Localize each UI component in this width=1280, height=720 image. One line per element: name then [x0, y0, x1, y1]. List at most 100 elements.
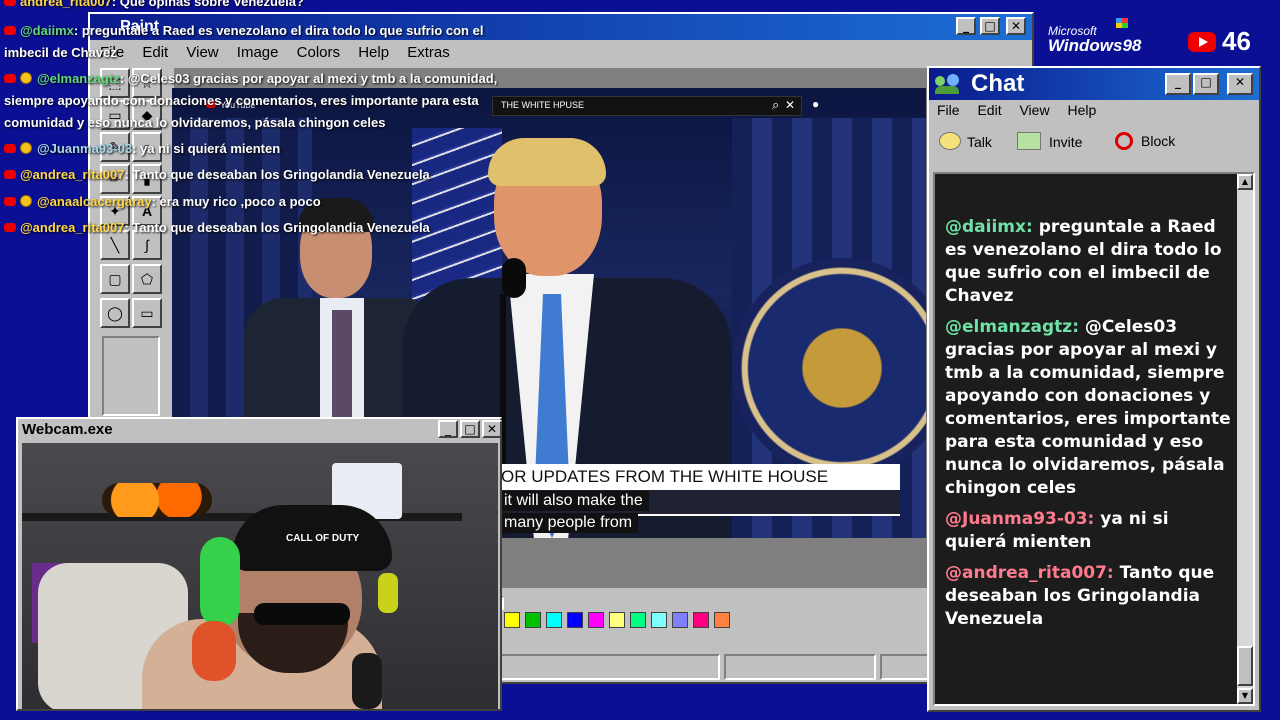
close-button[interactable]: ✕ — [1227, 73, 1253, 95]
menu-file[interactable]: File — [937, 102, 960, 118]
ellipse-tool[interactable]: ◯ — [100, 298, 130, 328]
windows-flag-icon — [1116, 18, 1128, 28]
chat-menubar: File Edit View Help — [937, 102, 1110, 118]
youtube-icon — [4, 223, 16, 232]
block-button[interactable]: Block — [1115, 132, 1175, 150]
overlay-text: : @Celes03 gracias por apoyar al mexi y … — [119, 71, 498, 86]
color-swatch[interactable] — [588, 612, 604, 628]
overlay-line: @andrea_rita007: Tanto que deseaban los … — [4, 220, 430, 235]
paint-menubar: File Edit View Image Colors Help Extras — [100, 44, 464, 61]
talk-button[interactable]: Talk — [939, 132, 992, 150]
color-swatch[interactable] — [609, 612, 625, 628]
chat-title: Chat — [971, 70, 1025, 97]
caption-2-text: many people from — [504, 514, 633, 531]
overlay-line: andrea_rita007: Que opinas sobre Venezue… — [4, 0, 304, 9]
scroll-down-arrow-icon[interactable]: ▼ — [1237, 688, 1253, 704]
menu-edit[interactable]: Edit — [977, 102, 1001, 118]
overlay-user: @andrea_rita007 — [20, 167, 125, 182]
chat-message: @Juanma93-03: ya ni si quierá mienten — [945, 508, 1231, 554]
overlay-text: : Que opinas sobre Venezuela? — [111, 0, 304, 9]
member-badge-icon — [20, 142, 32, 154]
talk-icon — [939, 132, 961, 150]
banner-text: OR UPDATES FROM THE WHITE HOUSE — [501, 467, 829, 486]
menu-help[interactable]: Help — [358, 44, 389, 61]
chat-people-icon — [935, 74, 961, 94]
close-button[interactable]: ✕ — [482, 420, 502, 438]
overlay-user: @anaalcacergaray — [37, 194, 152, 209]
youtube-icon — [4, 197, 16, 206]
clear-search-icon[interactable]: ✕ — [785, 98, 795, 112]
color-swatch[interactable] — [567, 612, 583, 628]
overlay-line: imbecil de Chavez — [4, 45, 117, 60]
maximize-button[interactable]: □ — [1193, 73, 1219, 95]
shelf-flowers — [102, 483, 212, 517]
minimize-button[interactable]: _ — [438, 420, 458, 438]
overlay-line: @elmanzagtz: @Celes03 gracias por apoyar… — [4, 71, 497, 86]
overlay-text: : Tanto que deseaban los Gringolandia Ve… — [124, 167, 430, 182]
color-swatch[interactable] — [651, 612, 667, 628]
webcam-window: Webcam.exe _ □ ✕ CALL OF DUTY — [16, 417, 502, 711]
color-swatch[interactable] — [504, 612, 520, 628]
menu-image[interactable]: Image — [237, 44, 279, 61]
overlay-text: comunidad y eso nunca lo olvidaremos, pá… — [4, 115, 386, 130]
tool-options-box[interactable] — [102, 336, 160, 416]
polygon-tool[interactable]: ⬠ — [132, 264, 162, 294]
invite-label: Invite — [1049, 134, 1083, 150]
chat-window: Chat _ □ ✕ File Edit View Help Talk Invi… — [927, 66, 1261, 712]
menu-help[interactable]: Help — [1067, 102, 1096, 118]
viewer-count-value: 46 — [1222, 26, 1251, 56]
color-swatch[interactable] — [546, 612, 562, 628]
status-pane-1 — [498, 654, 720, 680]
menu-colors[interactable]: Colors — [297, 44, 340, 61]
chat-messages-pane[interactable]: @daiimx: preguntale a Raed es venezolano… — [933, 172, 1255, 706]
color-swatch[interactable] — [672, 612, 688, 628]
close-button[interactable]: ✕ — [1006, 17, 1026, 35]
color-swatch[interactable] — [525, 612, 541, 628]
overlay-line: @daiimx: preguntale a Raed es venezolano… — [4, 23, 483, 38]
caption-line-1: it will also make the — [498, 491, 649, 511]
chat-username: @andrea_rita007: — [945, 563, 1114, 583]
search-text: THE WHITE HPUSE — [501, 100, 585, 110]
maximize-button[interactable]: □ — [980, 17, 1000, 35]
chat-message-text: @Celes03 gracias por apoyar al mexi y tm… — [945, 317, 1231, 498]
menu-edit[interactable]: Edit — [142, 44, 168, 61]
scroll-up-arrow-icon[interactable]: ▲ — [1237, 174, 1253, 190]
orange-hair — [192, 621, 236, 681]
viewer-count: 46 — [1188, 26, 1251, 57]
search-icon[interactable]: ⌕ — [772, 97, 779, 113]
search-input[interactable]: THE WHITE HPUSE ✕ — [492, 96, 802, 116]
overlay-user: @daiimx — [20, 23, 74, 38]
maximize-button[interactable]: □ — [460, 420, 480, 438]
chat-message: @andrea_rita007: Tanto que deseaban los … — [945, 562, 1231, 631]
rectangle-tool[interactable]: ▢ — [100, 264, 130, 294]
rounded-rect-tool[interactable]: ▭ — [132, 298, 162, 328]
chat-message: @elmanzagtz: @Celes03 gracias por apoyar… — [945, 316, 1231, 500]
menu-extras[interactable]: Extras — [407, 44, 450, 61]
chat-scrollbar[interactable]: ▲ ▼ — [1237, 174, 1253, 704]
invite-button[interactable]: Invite — [1017, 132, 1082, 150]
mic-icon[interactable]: ● — [812, 97, 819, 111]
person-center-hair — [488, 138, 606, 186]
minimize-button[interactable]: _ — [956, 17, 976, 35]
webcam-microphone — [352, 653, 382, 709]
news-banner: OR UPDATES FROM THE WHITE HOUSE — [498, 464, 900, 490]
color-swatch[interactable] — [693, 612, 709, 628]
windows98-logo: Microsoft Windows98 — [1048, 18, 1141, 56]
menu-view[interactable]: View — [186, 44, 218, 61]
overlay-line: @andrea_rita007: Tanto que deseaban los … — [4, 167, 430, 182]
scroll-thumb[interactable] — [1237, 646, 1253, 686]
color-swatch[interactable] — [630, 612, 646, 628]
webcam-titlebar[interactable]: Webcam.exe _ □ ✕ — [18, 419, 502, 441]
overlay-line: @anaalcacergaray: era muy rico ,poco a p… — [4, 194, 321, 209]
minimize-button[interactable]: _ — [1165, 73, 1191, 95]
talk-label: Talk — [967, 134, 992, 150]
chat-username: @elmanzagtz: — [945, 317, 1079, 337]
chat-message-list: @daiimx: preguntale a Raed es venezolano… — [945, 216, 1231, 634]
color-swatch[interactable] — [714, 612, 730, 628]
menu-view[interactable]: View — [1019, 102, 1049, 118]
chat-titlebar[interactable]: Chat _ □ ✕ — [929, 68, 1259, 100]
youtube-icon — [4, 26, 16, 35]
youtube-icon — [1188, 32, 1216, 52]
chat-message: @daiimx: preguntale a Raed es venezolano… — [945, 216, 1231, 308]
youtube-icon — [4, 0, 16, 6]
